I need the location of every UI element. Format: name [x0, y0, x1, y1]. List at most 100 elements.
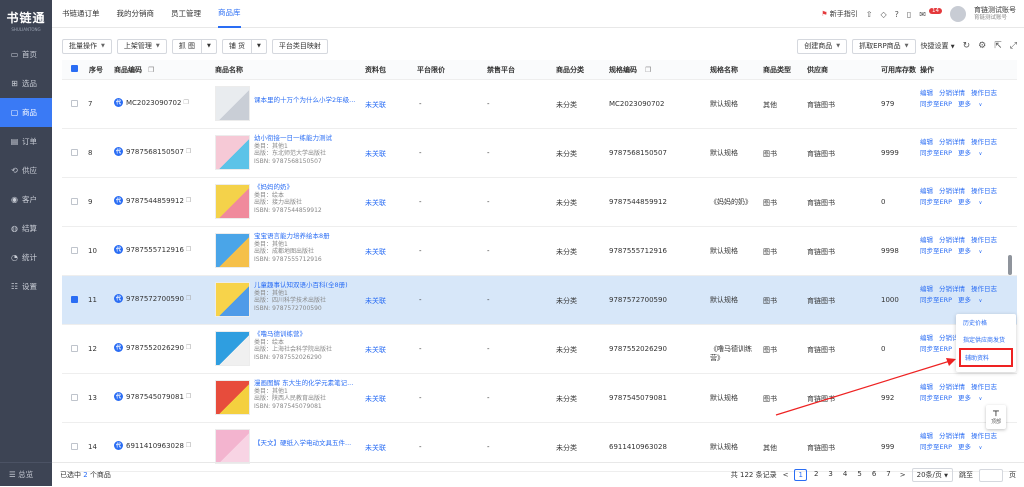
- sidebar-item-8[interactable]: ☷ 设置: [0, 272, 52, 301]
- more-dropdown[interactable]: 更多 ∨: [958, 394, 988, 402]
- row-checkbox[interactable]: [71, 443, 78, 450]
- sync-erp-link[interactable]: 同步至ERP: [920, 394, 952, 402]
- more-dropdown[interactable]: 更多 ∨: [958, 100, 988, 108]
- table-row[interactable]: 9 代 9787544859912 ❐ 《妈妈的奶》 类目：绘本 出版：接力出版社 ISBN:…: [62, 178, 1017, 227]
- page-7-button[interactable]: 7: [883, 469, 893, 481]
- log-link[interactable]: 操作日志: [971, 285, 997, 293]
- log-link[interactable]: 操作日志: [971, 432, 997, 440]
- pack-link[interactable]: 未关联: [365, 198, 386, 208]
- product-name-link[interactable]: 《噜马德训练营》: [254, 330, 332, 339]
- detail-link[interactable]: 分销详情: [939, 89, 965, 97]
- page-4-button[interactable]: 4: [840, 469, 850, 481]
- menu-item-aux-data[interactable]: 辅助资料: [959, 348, 1013, 367]
- select-all-checkbox[interactable]: [71, 65, 78, 72]
- sync-erp-link[interactable]: 同步至ERP: [920, 198, 952, 206]
- detail-link[interactable]: 分销详情: [939, 432, 965, 440]
- upload-icon[interactable]: ⇧: [866, 10, 873, 19]
- row-checkbox[interactable]: [71, 345, 78, 352]
- copy-icon[interactable]: ❐: [186, 295, 191, 302]
- pack-link[interactable]: 未关联: [365, 296, 386, 306]
- menu-item-price-history[interactable]: 历史价格: [956, 314, 1016, 331]
- page-2-button[interactable]: 2: [811, 469, 821, 481]
- chevron-down-icon[interactable]: ▼: [200, 39, 216, 53]
- sync-erp-link[interactable]: 同步至ERP: [920, 345, 952, 353]
- back-to-top-button[interactable]: ⊤ 顶部: [986, 405, 1006, 429]
- more-dropdown[interactable]: 更多 ∨: [958, 296, 988, 304]
- export-icon[interactable]: ⇱: [994, 41, 1002, 51]
- row-checkbox[interactable]: [71, 394, 78, 401]
- row-checkbox[interactable]: [71, 149, 78, 156]
- product-name-link[interactable]: 【天文】硬纸入学电动文具五件...: [254, 439, 351, 448]
- tab-1[interactable]: 我的分销商: [117, 0, 155, 28]
- edit-link[interactable]: 编辑: [920, 285, 933, 293]
- category-map-button[interactable]: 平台类目映射: [271, 38, 328, 54]
- row-checkbox[interactable]: [71, 100, 78, 107]
- guide-link[interactable]: ⚑ 新手指引: [821, 9, 858, 19]
- table-row[interactable]: 8 代 9787568150507 ❐ 幼小衔接一日一练能力测试 类目：其他1 出版：东北师…: [62, 129, 1017, 178]
- copy-icon[interactable]: ❐: [645, 66, 651, 74]
- row-checkbox[interactable]: [71, 198, 78, 205]
- copy-icon[interactable]: ❐: [183, 99, 188, 106]
- sidebar-item-7[interactable]: ◔ 统计: [0, 243, 52, 272]
- sync-erp-link[interactable]: 同步至ERP: [920, 296, 952, 304]
- tab-0[interactable]: 书链通订单: [62, 0, 100, 28]
- copy-icon[interactable]: ❐: [186, 442, 191, 449]
- tab-3[interactable]: 商品库: [218, 0, 241, 28]
- edit-link[interactable]: 编辑: [920, 187, 933, 195]
- sidebar-item-1[interactable]: ⊞ 选品: [0, 69, 52, 98]
- page-size-select[interactable]: 20条/页 ▼: [911, 468, 953, 482]
- edit-link[interactable]: 编辑: [920, 89, 933, 97]
- product-thumbnail[interactable]: [215, 135, 250, 170]
- copy-icon[interactable]: ❐: [186, 393, 191, 400]
- copy-icon[interactable]: ❐: [148, 66, 154, 74]
- help-icon[interactable]: ?: [895, 10, 899, 19]
- product-name-link[interactable]: 《妈妈的奶》: [254, 183, 322, 192]
- product-name-link[interactable]: 漫画图解 东大生的化学元素笔记...: [254, 379, 353, 388]
- detail-link[interactable]: 分销详情: [939, 236, 965, 244]
- pack-link[interactable]: 未关联: [365, 443, 386, 453]
- sidebar-item-5[interactable]: ◉ 客户: [0, 185, 52, 214]
- sidebar-item-0[interactable]: ▭ 首页: [0, 40, 52, 69]
- more-dropdown[interactable]: 更多 ∨: [958, 149, 988, 157]
- copy-icon[interactable]: ❐: [186, 344, 191, 351]
- product-thumbnail[interactable]: [215, 380, 250, 415]
- more-dropdown[interactable]: 更多 ∨: [958, 247, 988, 255]
- sync-erp-link[interactable]: 同步至ERP: [920, 100, 952, 108]
- product-thumbnail[interactable]: [215, 233, 250, 268]
- pack-link[interactable]: 未关联: [365, 149, 386, 159]
- product-name-link[interactable]: 儿童趣事认知双语小百科(全8册): [254, 281, 348, 290]
- pack-link[interactable]: 未关联: [365, 247, 386, 257]
- tab-2[interactable]: 员工管理: [171, 0, 201, 28]
- page-1-button[interactable]: 1: [794, 469, 807, 481]
- distribute-button[interactable]: 铺 货 ▼: [221, 38, 267, 54]
- sidebar-item-6[interactable]: ◍ 结算: [0, 214, 52, 243]
- message-icon[interactable]: ✉: [919, 10, 926, 19]
- overview-button[interactable]: ☰ 总览: [0, 462, 52, 486]
- scrollbar[interactable]: [1008, 255, 1012, 275]
- sidebar-item-4[interactable]: ⟲ 供应: [0, 156, 52, 185]
- detail-link[interactable]: 分销详情: [939, 138, 965, 146]
- refresh-icon[interactable]: ↻: [963, 41, 971, 51]
- batch-ops-button[interactable]: 批量操作 ▼: [62, 38, 112, 54]
- fullscreen-icon[interactable]: ⤢: [1010, 41, 1017, 51]
- row-checkbox[interactable]: [71, 247, 78, 254]
- copy-icon[interactable]: ❐: [186, 246, 191, 253]
- avatar[interactable]: [950, 6, 966, 22]
- product-name-link[interactable]: 课本里的十万个为什么小学2年级...: [254, 96, 355, 105]
- chevron-down-icon[interactable]: ▼: [251, 39, 266, 53]
- sidebar-item-2[interactable]: ▢ 商品: [0, 98, 52, 127]
- table-row[interactable]: 11 代 9787572700590 ❐ 儿童趣事认知双语小百科(全8册) 类目：其他1 出…: [62, 276, 1017, 325]
- edit-link[interactable]: 编辑: [920, 236, 933, 244]
- next-page-button[interactable]: >: [900, 471, 906, 479]
- table-row[interactable]: 13 代 9787545079081 ❐ 漫画图解 东大生的化学元素笔记... 类目：其他…: [62, 374, 1017, 423]
- account-menu[interactable]: 育链测试账号 育链测试账号: [974, 6, 1016, 22]
- create-product-button[interactable]: 创建商品 ▼: [797, 38, 848, 54]
- pack-link[interactable]: 未关联: [365, 394, 386, 404]
- product-name-link[interactable]: 幼小衔接一日一练能力测试: [254, 134, 332, 143]
- edit-link[interactable]: 编辑: [920, 334, 933, 342]
- log-link[interactable]: 操作日志: [971, 236, 997, 244]
- product-name-link[interactable]: 宝宝语言能力培养绘本8册: [254, 232, 330, 241]
- edit-link[interactable]: 编辑: [920, 432, 933, 440]
- more-dropdown[interactable]: 更多 ∨: [958, 443, 988, 451]
- page-5-button[interactable]: 5: [854, 469, 864, 481]
